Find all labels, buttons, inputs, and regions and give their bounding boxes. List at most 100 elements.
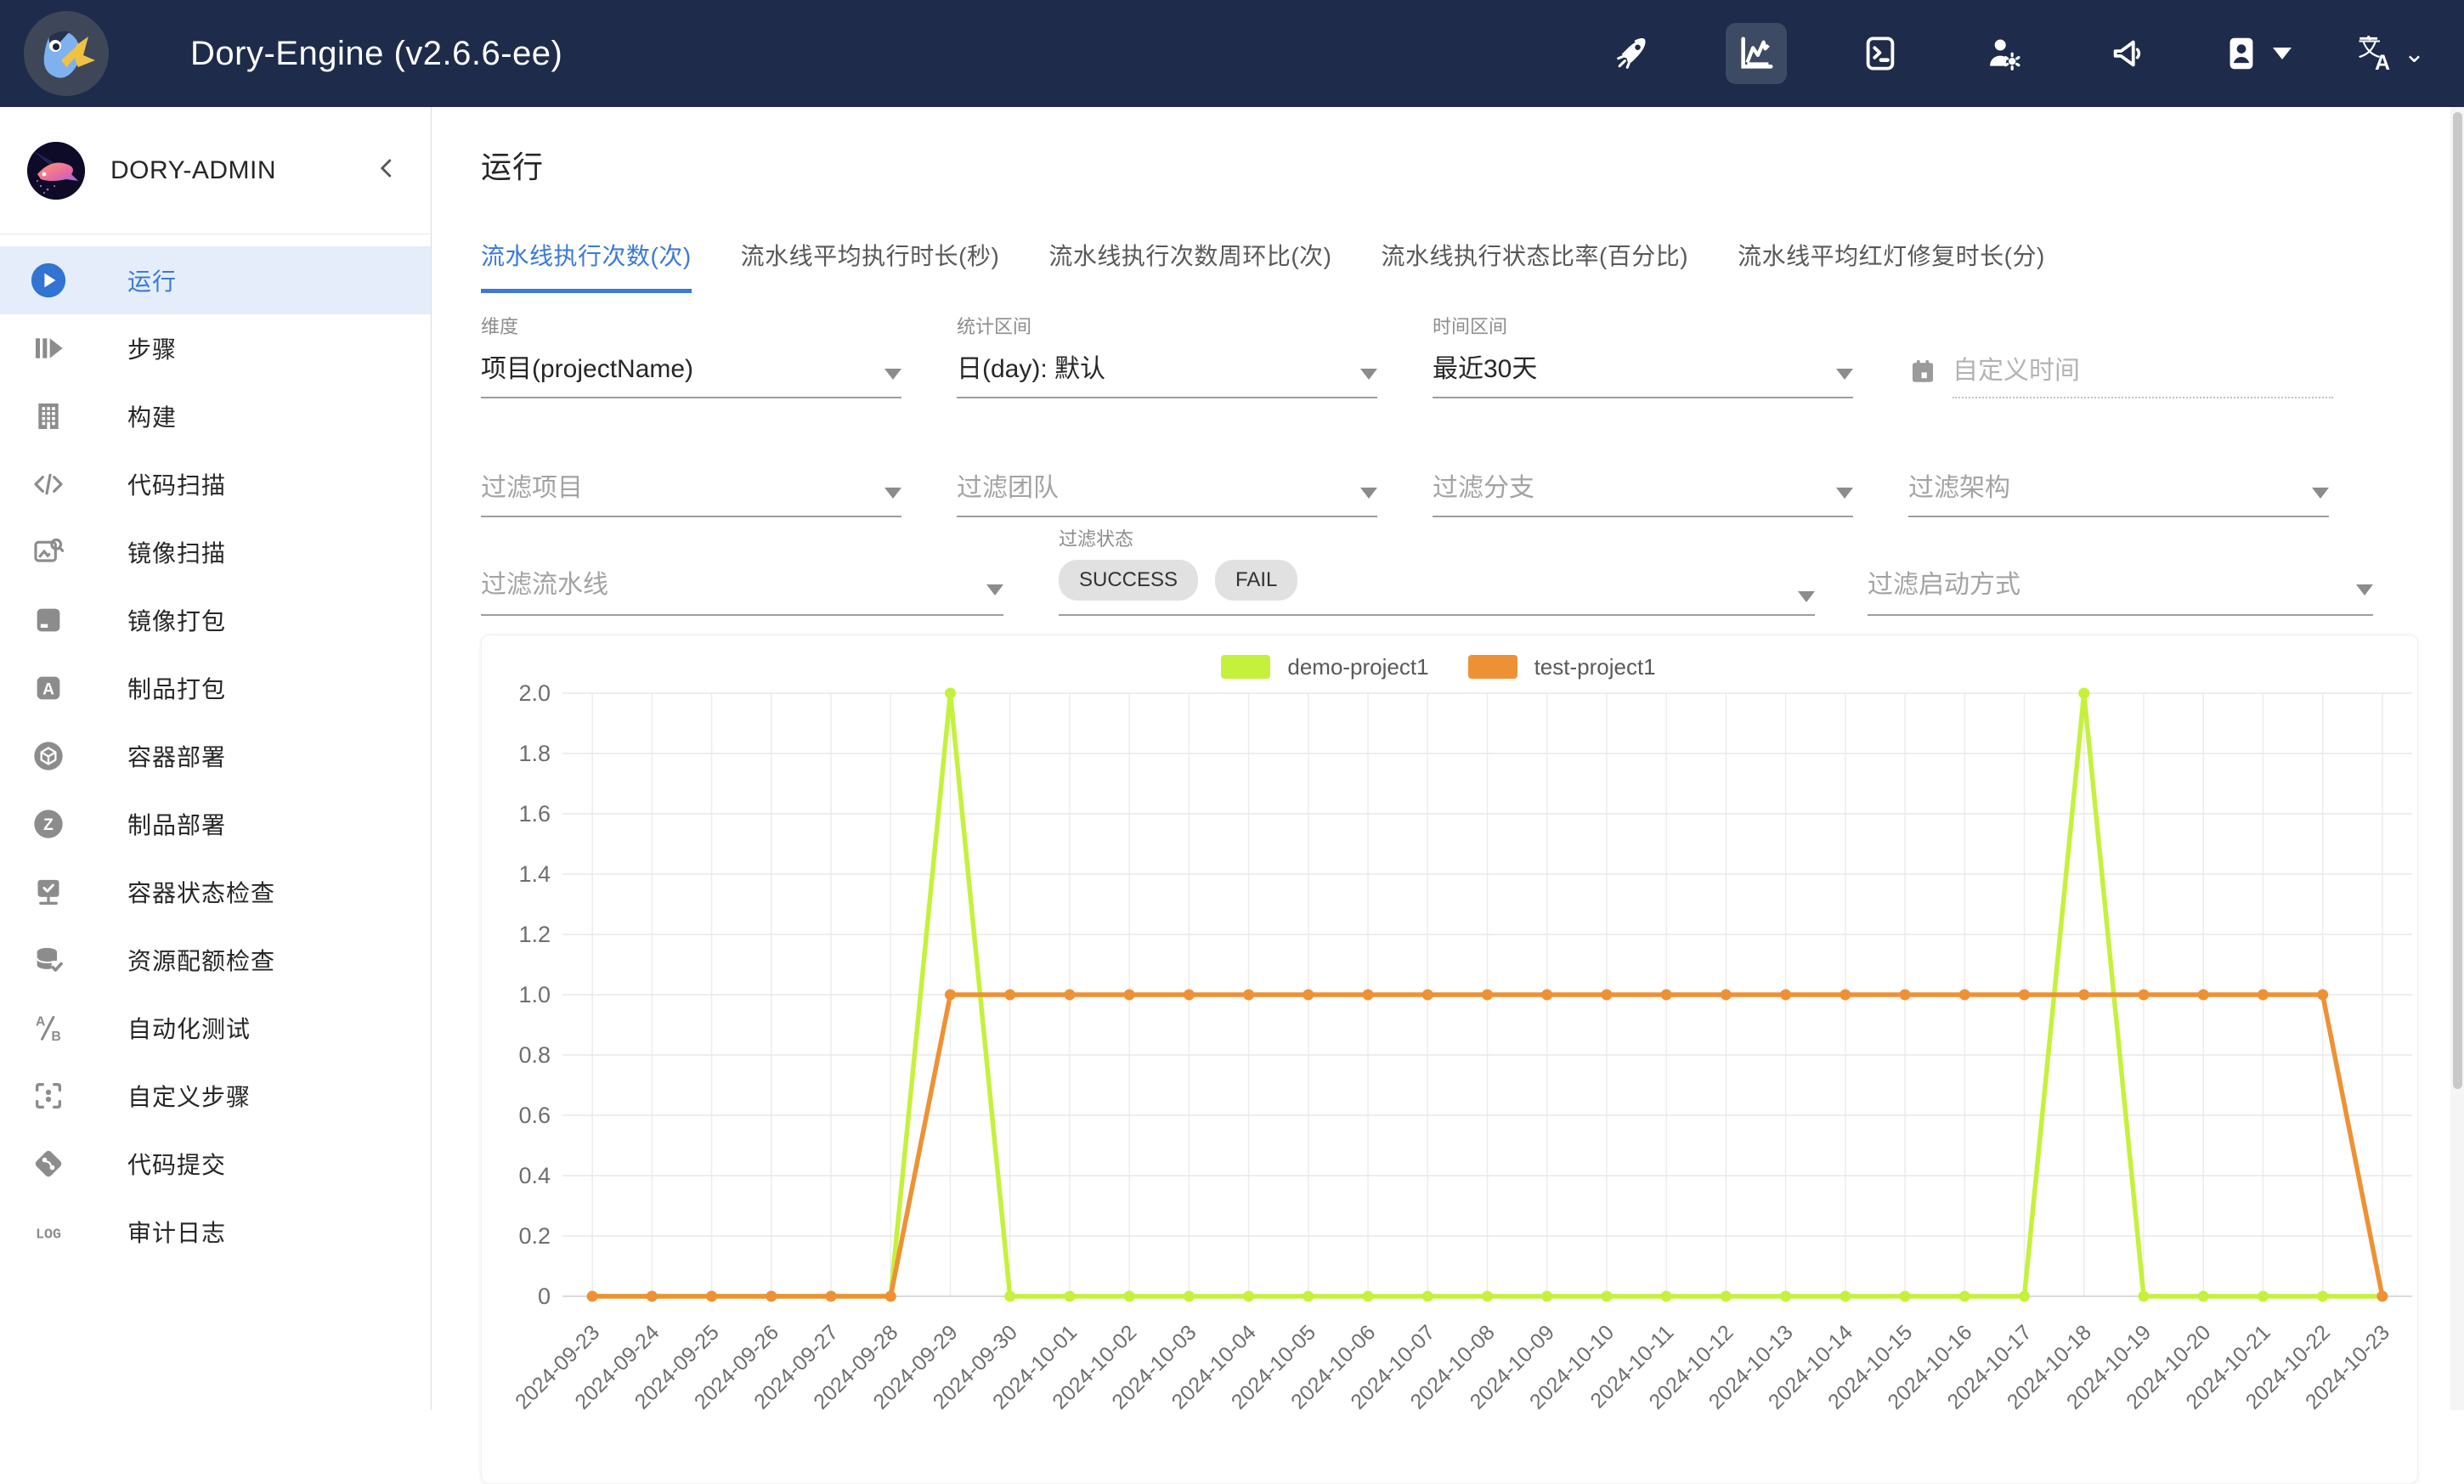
filter-row-2: 过滤项目 过滤团队 过滤分支 过滤架构 <box>481 466 2452 517</box>
svg-text:0.4: 0.4 <box>518 1163 551 1188</box>
sidebar-item-label: 步骤 <box>127 331 177 365</box>
tab-3[interactable]: 流水线执行状态比率(百分比) <box>1381 238 1688 293</box>
sidebar-item-14[interactable]: LOG 审计日志 <box>0 1198 431 1266</box>
app-header: Dory-Engine (v2.6.6-ee) <box>0 0 2464 107</box>
legend-swatch[interactable] <box>1468 655 1517 679</box>
sidebar-item-label: 容器部署 <box>127 739 226 773</box>
sidebar-item-11[interactable]: AB 自动化测试 <box>0 994 431 1062</box>
announcement-icon[interactable] <box>2098 23 2159 84</box>
tab-bar: 流水线执行次数(次) 流水线平均执行时长(秒) 流水线执行次数周环比(次) 流水线执行… <box>481 238 2452 293</box>
sidebar-item-1[interactable]: 步骤 <box>0 314 431 382</box>
terminal-icon[interactable] <box>1850 23 1911 84</box>
svg-text:0.8: 0.8 <box>518 1042 551 1068</box>
account-caret-icon <box>2273 48 2292 59</box>
dropdown-arrow-icon <box>1836 488 1853 499</box>
svg-text:Z: Z <box>43 816 54 834</box>
sidebar-item-6[interactable]: A 制品打包 <box>0 654 431 722</box>
sidebar-item-label: 容器状态检查 <box>127 875 275 909</box>
sidebar-item-label: 镜像打包 <box>127 603 226 637</box>
sidebar-item-10[interactable]: 资源配额检查 <box>0 926 431 994</box>
dropdown-arrow-icon <box>884 369 901 380</box>
time-range-select[interactable]: 时间区间 最近30天 <box>1433 312 1853 398</box>
dropdown-arrow-icon <box>1836 369 1853 380</box>
legend-swatch[interactable] <box>1221 655 1270 679</box>
sidebar-item-label: 构建 <box>127 399 177 433</box>
scrollbar[interactable] <box>2450 107 2464 1410</box>
dropdown-arrow-icon <box>2356 584 2373 595</box>
dory-fish-logo <box>24 11 109 96</box>
svg-text:0.6: 0.6 <box>518 1103 551 1128</box>
filter-arch-select[interactable]: 过滤架构 <box>1908 466 2329 517</box>
sidebar-item-4[interactable]: 镜像扫描 <box>0 518 431 586</box>
filter-row-3: 过滤流水线 过滤状态 SUCCESS FAIL 过滤启动方式 <box>481 524 2452 616</box>
filter-team-select[interactable]: 过滤团队 <box>957 466 1377 517</box>
tab-4[interactable]: 流水线平均红灯修复时长(分) <box>1738 238 2045 293</box>
language-icon[interactable]: 文 A ⌄ <box>2354 23 2425 84</box>
tab-2[interactable]: 流水线执行次数周环比(次) <box>1048 238 1331 293</box>
account-icon[interactable] <box>2222 23 2292 84</box>
svg-text:A: A <box>42 680 54 698</box>
chart-card: demo-project1 test-project1 0 0.2 0.4 0.6 0.8… <box>481 635 2418 1484</box>
svg-text:A: A <box>2375 51 2390 75</box>
sidebar-item-8[interactable]: Z 制品部署 <box>0 790 431 858</box>
sidebar-item-label: 自动化测试 <box>127 1011 251 1045</box>
org-profile: DORY-ADMIN <box>0 107 431 234</box>
container-status-icon <box>29 872 68 911</box>
user-settings-icon[interactable] <box>1974 23 2035 84</box>
chart-icon[interactable] <box>1726 23 1787 84</box>
tab-0[interactable]: 流水线执行次数(次) <box>481 238 692 293</box>
svg-text:0: 0 <box>538 1284 551 1309</box>
scrollbar-thumb[interactable] <box>2453 112 2462 1089</box>
log-icon: LOG <box>29 1212 68 1251</box>
filter-project-select[interactable]: 过滤项目 <box>481 466 901 517</box>
sidebar-item-0[interactable]: 运行 <box>0 246 431 314</box>
svg-text:1.2: 1.2 <box>518 922 551 947</box>
sidebar-item-label: 审计日志 <box>127 1215 226 1249</box>
app-logo <box>24 11 109 96</box>
rocket-icon[interactable] <box>1602 23 1663 84</box>
tab-1[interactable]: 流水线平均执行时长(秒) <box>741 238 1000 293</box>
legend-label[interactable]: test-project1 <box>1534 654 1656 680</box>
dimension-select[interactable]: 维度 项目(projectName) <box>481 312 901 398</box>
custom-time-input[interactable]: 自定义时间 <box>1908 312 2333 398</box>
filter-status-select[interactable]: 过滤状态 SUCCESS FAIL <box>1059 524 1815 616</box>
sidebar-item-label: 制品部署 <box>127 807 226 841</box>
calendar-icon <box>1908 357 1937 390</box>
sidebar-item-label: 代码提交 <box>127 1147 226 1181</box>
legend-label[interactable]: demo-project1 <box>1287 654 1428 680</box>
language-chevron-icon: ⌄ <box>2404 39 2425 69</box>
interval-select[interactable]: 统计区间 日(day): 默认 <box>957 312 1377 398</box>
step-forward-icon <box>29 329 68 368</box>
filter-branch-select[interactable]: 过滤分支 <box>1433 466 1853 517</box>
sidebar-item-label: 资源配额检查 <box>127 943 275 977</box>
sidebar-item-13[interactable]: 代码提交 <box>0 1130 431 1198</box>
custom-steps-icon <box>29 1076 68 1115</box>
filter-trigger-select[interactable]: 过滤启动方式 <box>1868 563 2373 616</box>
sidebar-collapse-icon[interactable] <box>371 153 402 188</box>
sidebar-item-2[interactable]: 构建 <box>0 382 431 450</box>
app-title: Dory-Engine (v2.6.6-ee) <box>190 35 562 73</box>
git-commit-icon <box>29 1144 68 1183</box>
sidebar-item-label: 代码扫描 <box>127 467 226 501</box>
status-chip-fail[interactable]: FAIL <box>1215 560 1297 601</box>
sidebar-item-3[interactable]: 代码扫描 <box>0 450 431 518</box>
sidebar-item-9[interactable]: 容器状态检查 <box>0 858 431 926</box>
org-name: DORY-ADMIN <box>110 156 276 185</box>
dropdown-arrow-icon <box>1360 369 1377 380</box>
svg-text:B: B <box>51 1030 60 1044</box>
line-chart[interactable]: 00.20.40.60.81.01.21.41.61.82.02024-09-2… <box>482 683 2419 1447</box>
sidebar-item-12[interactable]: 自定义步骤 <box>0 1062 431 1130</box>
ab-test-icon: AB <box>29 1008 68 1047</box>
svg-text:1.4: 1.4 <box>518 861 551 887</box>
sidebar-item-5[interactable]: 镜像打包 <box>0 586 431 654</box>
svg-text:A: A <box>36 1015 46 1030</box>
svg-text:0.2: 0.2 <box>518 1223 551 1249</box>
sidebar-item-7[interactable]: 容器部署 <box>0 722 431 790</box>
filter-pipeline-select[interactable]: 过滤流水线 <box>481 563 1003 616</box>
sidebar-item-label: 镜像扫描 <box>127 535 226 569</box>
svg-text:1.6: 1.6 <box>518 801 551 827</box>
main-content: 运行 流水线执行次数(次)流水线平均执行时长(秒)流水线执行次数周环比(次)流水… <box>432 107 2452 1410</box>
sidebar-item-label: 制品打包 <box>127 671 226 705</box>
artifact-deploy-icon: Z <box>29 804 68 844</box>
status-chip-success[interactable]: SUCCESS <box>1059 560 1198 601</box>
